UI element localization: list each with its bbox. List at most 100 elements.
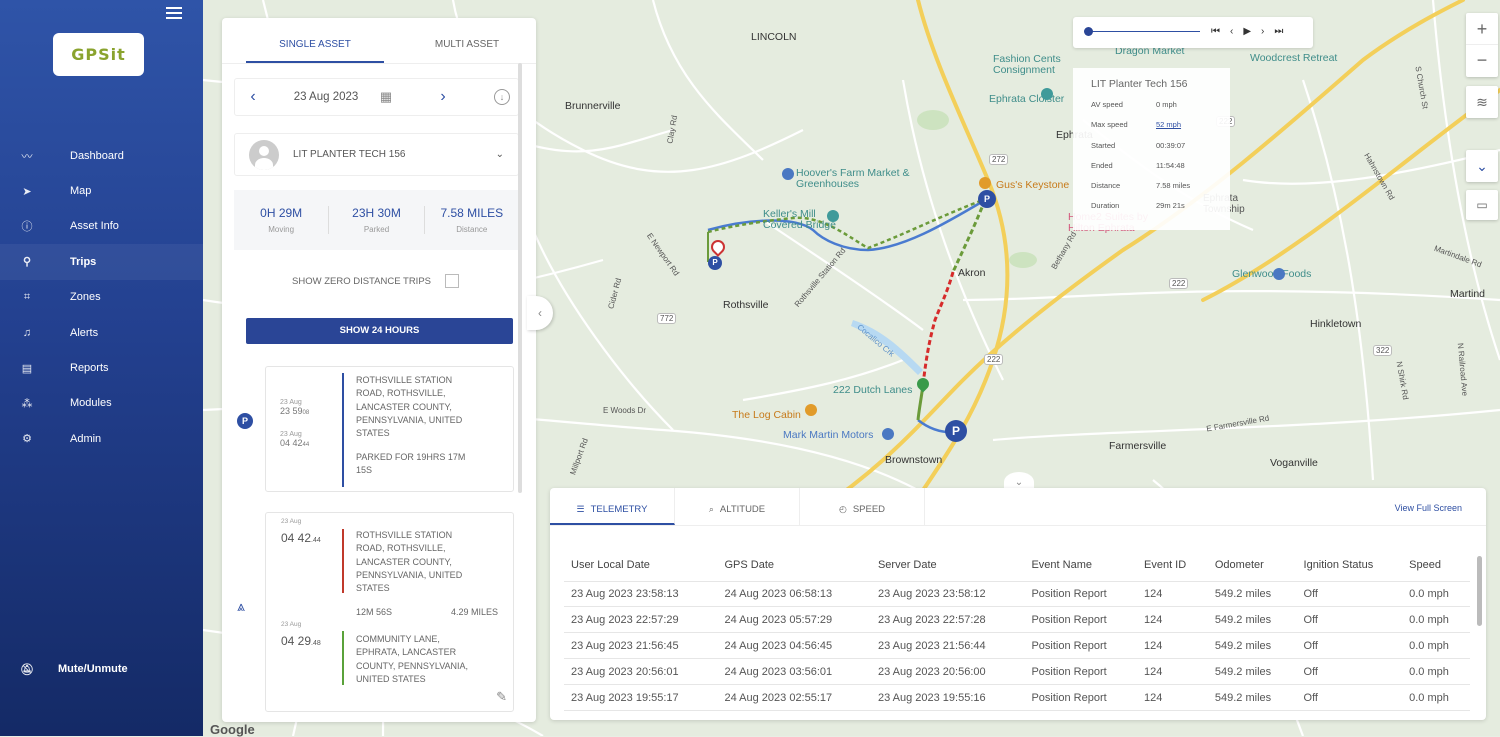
menu-toggle-icon[interactable] — [166, 7, 182, 21]
table-cell: 549.2 miles — [1207, 658, 1297, 686]
calendar-icon[interactable]: ▦ — [371, 89, 401, 105]
card-date: 23 Aug — [281, 621, 302, 628]
zero-distance-checkbox[interactable] — [445, 274, 459, 288]
trip-card[interactable]: 23 Aug 04 42.44 ROTHSVILLE STATION ROAD,… — [265, 512, 514, 712]
skip-end-icon[interactable]: ⏭ — [1274, 26, 1283, 37]
column-header[interactable]: Event ID — [1137, 553, 1208, 582]
parked-end: 23 Aug 04 4244 — [280, 431, 309, 448]
view-full-screen-link[interactable]: View Full Screen — [1395, 503, 1462, 513]
next-day-icon[interactable]: › — [425, 88, 461, 106]
info-value: 00:39:07 — [1156, 140, 1186, 150]
info-value-link[interactable]: 52 mph — [1156, 120, 1181, 140]
parking-marker[interactable]: P — [708, 256, 722, 270]
expand-circle-icon[interactable]: ⌄ — [1466, 150, 1498, 182]
parked-card[interactable]: 23 Aug 23 5908 23 Aug 04 4244 ROTHSVILLE… — [265, 366, 514, 492]
show-24-hours-button[interactable]: SHOW 24 HOURS — [246, 318, 513, 344]
asset-select[interactable]: LIT PLANTER TECH 156 ⌄ — [234, 133, 519, 176]
table-scrollbar[interactable] — [1477, 556, 1482, 626]
map-label-e-woods: E Woods Dr — [603, 406, 646, 415]
shop-poi-icon — [782, 168, 794, 180]
tab-multi-asset[interactable]: MULTI ASSET — [398, 18, 536, 63]
sidebar-item-admin[interactable]: ⚙ Admin — [0, 421, 203, 456]
stat-moving: 0H 29M Moving — [234, 206, 330, 234]
zoom-in-icon[interactable]: + — [1466, 13, 1498, 45]
table-cell: 23 Aug 2023 23:58:12 — [870, 581, 1025, 608]
table-cell: Position Report — [1024, 684, 1137, 711]
skip-start-icon[interactable]: ⏮ — [1211, 26, 1220, 37]
layers-icon[interactable]: ≋ — [1466, 86, 1498, 118]
table-row[interactable]: 23 Aug 2023 19:55:17 24 Aug 2023 02:55:17… — [564, 684, 1470, 711]
tab-speed[interactable]: ◴ SPEED — [800, 488, 925, 525]
sidebar-item-asset-info[interactable]: ⓘ Asset Info — [0, 209, 203, 244]
mute-button[interactable]: 🔕︎ Mute/Unmute — [20, 662, 128, 676]
prev-day-icon[interactable]: ‹ — [235, 88, 271, 106]
play-icon[interactable]: ▶ — [1243, 26, 1251, 37]
map-label-woodcrest: Woodcrest Retreat — [1250, 52, 1338, 64]
column-header[interactable]: GPS Date — [717, 553, 871, 582]
column-header[interactable]: Odometer — [1207, 553, 1297, 582]
card-date: 23 Aug — [280, 399, 302, 406]
avatar — [249, 139, 279, 170]
stat-distance: 7.58 MILES Distance — [425, 206, 519, 234]
table-cell: 23 Aug 2023 21:56:44 — [870, 632, 1025, 660]
table-row[interactable]: 23 Aug 2023 23:58:13 24 Aug 2023 06:58:13… — [564, 581, 1470, 608]
logo-text: GPSit — [71, 45, 126, 64]
download-icon[interactable]: ↓ — [494, 89, 510, 105]
table-cell: 0.0 mph — [1402, 606, 1470, 634]
tab-label: ALTITUDE — [719, 504, 766, 515]
column-header[interactable]: Speed — [1402, 553, 1470, 582]
column-header[interactable]: Server Date — [870, 553, 1025, 582]
table-cell: 24 Aug 2023 03:56:01 — [717, 658, 871, 686]
sidebar-item-modules[interactable]: ⁂ Modules — [0, 386, 203, 421]
step-forward-icon[interactable]: › — [1261, 26, 1264, 37]
zero-distance-toggle: SHOW ZERO DISTANCE TRIPS — [292, 274, 459, 288]
playback-track[interactable] — [1088, 31, 1200, 32]
table-cell: 24 Aug 2023 06:58:13 — [717, 581, 871, 608]
sidebar-item-alerts[interactable]: ♫ Alerts — [0, 315, 203, 350]
playback-buttons: ⏮ ‹ ▶ › ⏭ — [1211, 26, 1283, 37]
bell-off-icon: 🔕︎ — [20, 663, 34, 676]
panel-scrollbar[interactable] — [518, 63, 522, 493]
playback-knob[interactable] — [1084, 27, 1093, 36]
table-row[interactable]: 23 Aug 2023 21:56:45 24 Aug 2023 04:56:45… — [564, 632, 1470, 660]
sidebar-item-zones[interactable]: ⌗ Zones — [0, 280, 203, 315]
sidebar-item-map[interactable]: ➤ Map — [0, 173, 203, 208]
parked-duration: PARKED FOR 19HRS 17M 15S — [356, 452, 466, 476]
map-label-glenwood: Glenwood Foods — [1232, 268, 1312, 280]
navigation-arrow-icon: ⩓ — [237, 598, 245, 614]
table-cell: 23 Aug 2023 20:56:00 — [870, 658, 1025, 686]
attraction-poi-icon — [1041, 88, 1053, 100]
navigation-icon: ➤ — [22, 185, 32, 198]
parking-marker[interactable]: P — [945, 420, 967, 442]
parking-marker[interactable]: P — [978, 190, 996, 208]
store-poi-icon — [1273, 268, 1285, 280]
sidebar-item-trips[interactable]: ⚲ Trips — [0, 244, 203, 280]
zoom-out-icon[interactable]: − — [1466, 45, 1498, 77]
sidebar-item-label: Modules — [70, 397, 112, 410]
sidebar-item-label: Dashboard — [70, 149, 124, 162]
card-seconds: 08 — [302, 410, 310, 416]
info-icon: ⓘ — [21, 221, 33, 234]
table-cell: 23 Aug 2023 19:55:17 — [564, 684, 718, 711]
date-text[interactable]: 23 Aug 2023 — [281, 91, 371, 103]
edit-icon[interactable]: ✎ — [496, 689, 507, 705]
ruler-icon[interactable]: ▭ — [1466, 190, 1498, 220]
sidebar-item-label: Reports — [70, 362, 109, 375]
info-row: Distance 7.58 miles — [1091, 181, 1230, 201]
tab-altitude[interactable]: ⌕ ALTITUDE — [675, 488, 800, 525]
column-header[interactable]: Ignition Status — [1296, 553, 1403, 582]
tab-telemetry[interactable]: ☰ TELEMETRY — [550, 488, 675, 525]
sidebar-item-reports[interactable]: ▤ Reports — [0, 350, 203, 385]
zoom-controls: + − — [1466, 13, 1498, 77]
map-label-lincoln: LINCOLN — [751, 31, 797, 43]
modules-icon: ⁂ — [21, 397, 33, 410]
table-row[interactable]: 23 Aug 2023 20:56:01 24 Aug 2023 03:56:01… — [564, 658, 1470, 686]
table-row[interactable]: 23 Aug 2023 22:57:29 24 Aug 2023 05:57:29… — [564, 606, 1470, 634]
tab-single-asset[interactable]: SINGLE ASSET — [246, 18, 384, 63]
altitude-icon: ⌕ — [708, 504, 714, 514]
sidebar-item-dashboard[interactable]: 〰 Dashboard — [0, 138, 203, 173]
column-header[interactable]: User Local Date — [564, 553, 718, 582]
step-back-icon[interactable]: ‹ — [1230, 26, 1233, 37]
column-header[interactable]: Event Name — [1024, 553, 1137, 582]
table-cell: 24 Aug 2023 02:55:17 — [717, 684, 871, 711]
